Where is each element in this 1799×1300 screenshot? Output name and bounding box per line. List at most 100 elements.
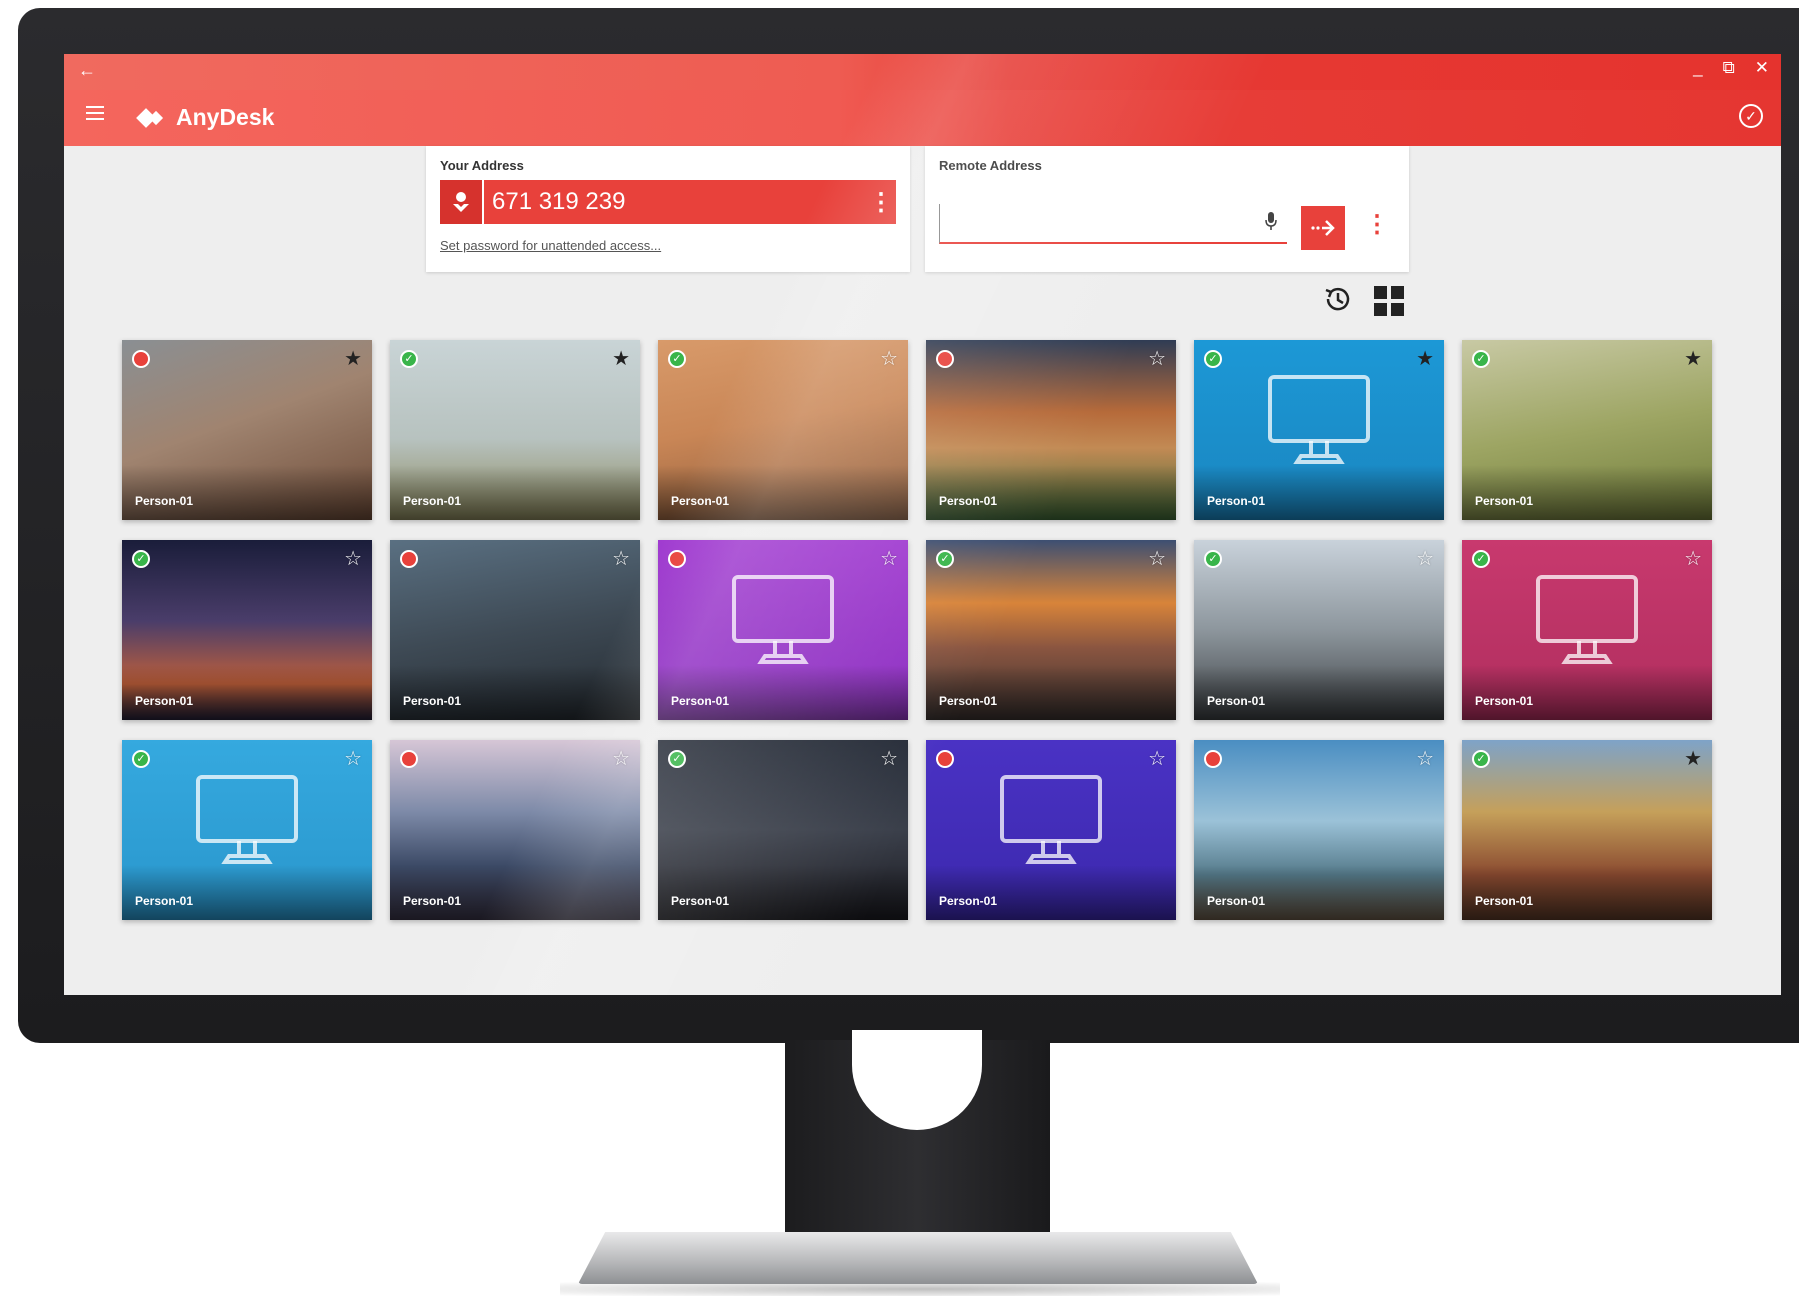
tile-shade: [658, 865, 908, 920]
tile-shade: [1194, 465, 1444, 520]
favorite-star-icon[interactable]: ★: [1684, 746, 1702, 771]
desktop-monitor-icon: [1536, 575, 1638, 664]
favorite-star-icon[interactable]: ☆: [1684, 546, 1702, 571]
session-tile[interactable]: ✓ ★ Person-01: [390, 340, 640, 520]
more-vertical-icon[interactable]: ⋮: [866, 188, 896, 217]
tile-label: Person-01: [1207, 494, 1266, 508]
stand-shadow: [560, 1282, 1280, 1296]
favorite-star-icon[interactable]: ☆: [1416, 746, 1434, 771]
session-tile[interactable]: ✓ ☆ Person-01: [1194, 540, 1444, 720]
anydesk-logo-icon: [136, 107, 170, 129]
tile-shade: [926, 465, 1176, 520]
remote-more-icon[interactable]: ⋮: [1365, 210, 1389, 239]
offline-status-icon: [668, 550, 686, 568]
your-address-panel: Your Address 671 319 239 ⋮ Set password …: [426, 146, 910, 272]
favorite-star-icon[interactable]: ☆: [344, 746, 362, 771]
desktop-monitor-icon: [1000, 775, 1102, 864]
session-tile[interactable]: ☆ Person-01: [1194, 740, 1444, 920]
session-tile[interactable]: ✓ ★ Person-01: [1462, 740, 1712, 920]
favorite-star-icon[interactable]: ☆: [880, 346, 898, 371]
back-arrow-icon[interactable]: ←: [78, 60, 96, 81]
favorite-star-icon[interactable]: ☆: [1148, 346, 1166, 371]
window-controls: _ ⧉ ✕: [1693, 58, 1769, 78]
tile-label: Person-01: [403, 694, 462, 708]
favorite-star-icon[interactable]: ☆: [880, 546, 898, 571]
desktop-monitor-icon: [1268, 375, 1370, 464]
session-tile[interactable]: ☆ Person-01: [390, 540, 640, 720]
favorite-star-icon[interactable]: ☆: [1148, 546, 1166, 571]
tile-shade: [926, 865, 1176, 920]
tile-label: Person-01: [671, 694, 730, 708]
app-logo: AnyDesk: [136, 104, 274, 131]
grid-view-icon[interactable]: [1374, 286, 1404, 316]
check-circle-icon[interactable]: ✓: [1739, 104, 1763, 128]
session-tile[interactable]: ✓ ★ Person-01: [1194, 340, 1444, 520]
online-status-icon: ✓: [668, 350, 686, 368]
online-status-icon: ✓: [1204, 350, 1222, 368]
favorite-star-icon[interactable]: ☆: [344, 546, 362, 571]
tile-shade: [122, 865, 372, 920]
remote-address-label: Remote Address: [939, 158, 1042, 173]
tile-label: Person-01: [1475, 494, 1534, 508]
favorite-star-icon[interactable]: ☆: [1148, 746, 1166, 771]
history-icon[interactable]: [1322, 284, 1352, 314]
app-bar: AnyDesk ✓: [64, 90, 1781, 146]
tile-shade: [1194, 665, 1444, 720]
session-tile[interactable]: ✓ ☆ Person-01: [1462, 540, 1712, 720]
session-tile[interactable]: ✓ ☆ Person-01: [926, 540, 1176, 720]
favorite-star-icon[interactable]: ★: [344, 346, 362, 371]
your-address-box: 671 319 239 ⋮: [440, 180, 896, 224]
tile-label: Person-01: [135, 694, 194, 708]
favorite-star-icon[interactable]: ☆: [1416, 546, 1434, 571]
tile-shade: [390, 465, 640, 520]
session-tile[interactable]: ☆ Person-01: [390, 740, 640, 920]
app-window: ← _ ⧉ ✕ AnyDesk ✓ Your Address 671 319 2…: [64, 54, 1781, 995]
tile-label: Person-01: [939, 494, 998, 508]
tile-shade: [1462, 665, 1712, 720]
microphone-icon[interactable]: [1265, 212, 1277, 235]
tile-label: Person-01: [403, 894, 462, 908]
tile-shade: [122, 665, 372, 720]
tile-label: Person-01: [671, 494, 730, 508]
tile-label: Person-01: [403, 494, 462, 508]
favorite-star-icon[interactable]: ★: [612, 346, 630, 371]
session-tile[interactable]: ✓ ★ Person-01: [1462, 340, 1712, 520]
session-tile[interactable]: ★ Person-01: [122, 340, 372, 520]
tile-shade: [390, 665, 640, 720]
tile-label: Person-01: [939, 694, 998, 708]
hamburger-icon[interactable]: [86, 106, 104, 120]
minimize-button[interactable]: _: [1693, 58, 1702, 78]
session-tile[interactable]: ✓ ☆ Person-01: [122, 740, 372, 920]
tile-shade: [1194, 865, 1444, 920]
online-status-icon: ✓: [1472, 350, 1490, 368]
offline-status-icon: [132, 350, 150, 368]
session-tile[interactable]: ✓ ☆ Person-01: [122, 540, 372, 720]
favorite-star-icon[interactable]: ★: [1684, 346, 1702, 371]
favorite-star-icon[interactable]: ★: [1416, 346, 1434, 371]
favorite-star-icon[interactable]: ☆: [880, 746, 898, 771]
online-status-icon: ✓: [1472, 550, 1490, 568]
connect-arrow-icon[interactable]: [1301, 206, 1345, 250]
close-button[interactable]: ✕: [1755, 58, 1769, 78]
offline-status-icon: [400, 750, 418, 768]
online-status-icon: ✓: [132, 750, 150, 768]
restore-button[interactable]: ⧉: [1723, 58, 1735, 78]
remote-address-input[interactable]: [939, 204, 1287, 244]
session-tile[interactable]: ☆ Person-01: [658, 540, 908, 720]
favorite-star-icon[interactable]: ☆: [612, 746, 630, 771]
tile-shade: [390, 865, 640, 920]
set-password-link[interactable]: Set password for unattended access...: [440, 238, 661, 253]
session-tile[interactable]: ☆ Person-01: [926, 340, 1176, 520]
tile-label: Person-01: [135, 494, 194, 508]
favorite-star-icon[interactable]: ☆: [612, 546, 630, 571]
session-tile[interactable]: ☆ Person-01: [926, 740, 1176, 920]
session-tile[interactable]: ✓ ☆ Person-01: [658, 340, 908, 520]
desktop-monitor-icon: [196, 775, 298, 864]
your-address-value[interactable]: 671 319 239: [492, 188, 866, 216]
online-status-icon: ✓: [1204, 550, 1222, 568]
tile-shade: [658, 465, 908, 520]
online-status-icon: ✓: [668, 750, 686, 768]
tile-label: Person-01: [1207, 694, 1266, 708]
online-status-icon: ✓: [936, 550, 954, 568]
session-tile[interactable]: ✓ ☆ Person-01: [658, 740, 908, 920]
